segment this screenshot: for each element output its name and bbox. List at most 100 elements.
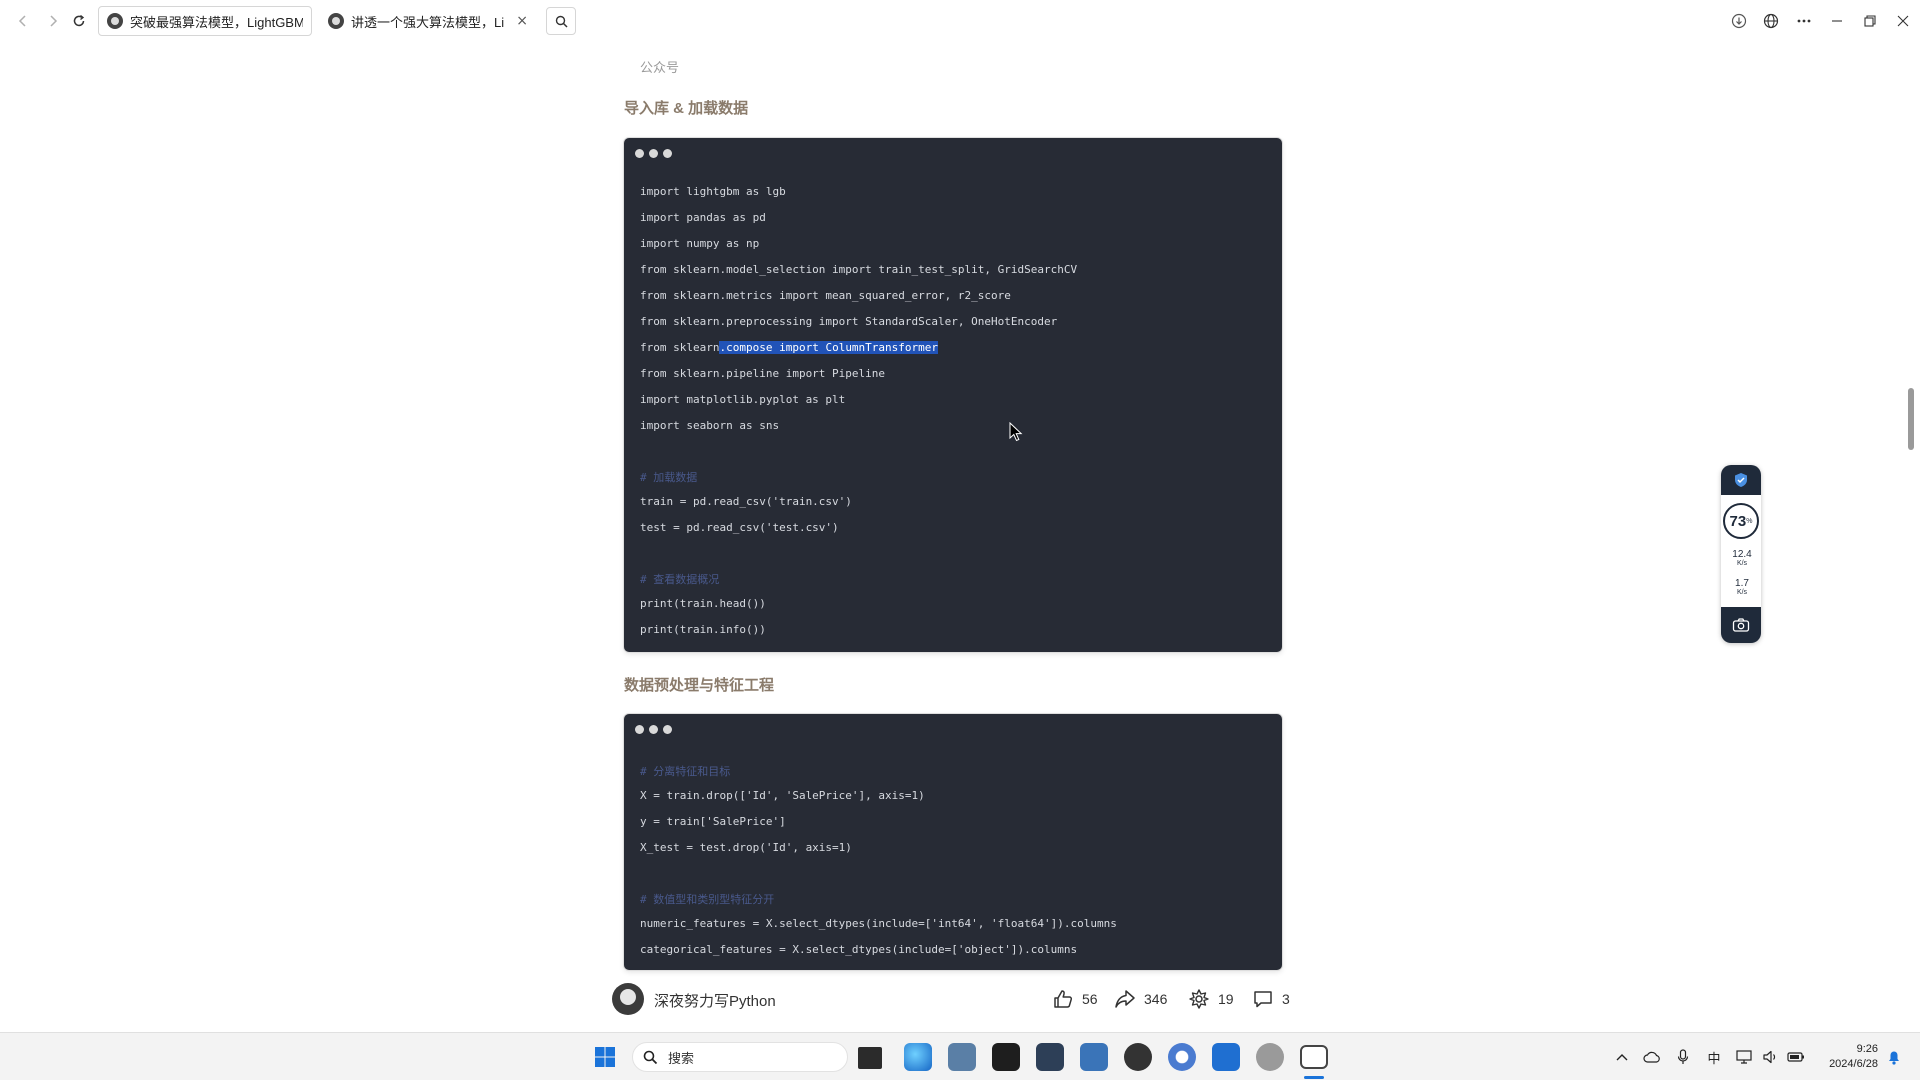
code-line[interactable]: from sklearn.model_selection import trai…	[640, 263, 1077, 276]
tab-inactive[interactable]: 讲透一个强大算法模型，LightGBM ×	[320, 6, 536, 36]
share-button[interactable]: 346	[1114, 988, 1167, 1010]
taskbar: 搜索 中 9:26 2024/6/28	[0, 1032, 1920, 1080]
code-line[interactable]: numeric_features = X.select_dtypes(inclu…	[640, 917, 1117, 930]
restore-icon[interactable]	[1859, 10, 1881, 32]
tab-title: 讲透一个强大算法模型，LightGBM	[351, 14, 505, 30]
section-title: 导入库 & 加载数据	[624, 100, 749, 117]
avatar[interactable]	[612, 983, 644, 1015]
task-view-icon[interactable]	[858, 1047, 882, 1069]
speaker-icon[interactable]	[1761, 1047, 1781, 1067]
reload-icon[interactable]	[68, 10, 90, 32]
code-block[interactable]: # 分离特征和目标 X = train.drop(['Id', 'SalePric…	[624, 714, 1282, 970]
network-icon[interactable]	[1734, 1047, 1754, 1067]
code-line[interactable]: train = pd.read_csv('train.csv')	[640, 495, 852, 508]
download-icon[interactable]	[1728, 10, 1750, 32]
app-icon[interactable]	[1124, 1043, 1152, 1071]
comment-icon	[1254, 991, 1272, 1008]
camera-icon	[1732, 618, 1750, 632]
tab-search-button[interactable]	[546, 7, 576, 35]
more-icon[interactable]	[1793, 10, 1815, 32]
scrollbar-thumb[interactable]	[1908, 388, 1914, 450]
cpu-value: 73	[1729, 512, 1747, 530]
tab-favicon-icon	[328, 13, 344, 29]
code-line[interactable]: import seaborn as sns	[640, 419, 779, 432]
remote-desktop-icon[interactable]	[1300, 1045, 1328, 1069]
like-button[interactable]: 56	[1052, 988, 1098, 1010]
code-comment-line[interactable]: # 查看数据概况	[640, 571, 719, 587]
clock-date: 2024/6/28	[1829, 1058, 1878, 1070]
selected-text-highlight[interactable]: .compose import ColumnTransformer	[719, 341, 939, 354]
system-monitor-widget[interactable]: 73% 12.4 K/s 1.7 K/s	[1721, 465, 1761, 643]
shield-icon	[1735, 473, 1747, 487]
code-block[interactable]: import lightgbm as lgb import pandas as p…	[624, 138, 1282, 652]
screenshot-button[interactable]	[1721, 607, 1761, 643]
download-unit: K/s	[1736, 589, 1748, 596]
window-dots-icon	[635, 725, 672, 734]
code-comment-line[interactable]: # 数值型和类别型特征分开	[640, 891, 774, 907]
file-explorer-icon[interactable]	[948, 1043, 976, 1071]
share-icon	[1115, 990, 1135, 1008]
upload-speed: 12.4 K/s	[1725, 550, 1759, 568]
thumbs-up-icon	[1054, 990, 1073, 1008]
terminal-icon[interactable]	[992, 1043, 1020, 1071]
code-line[interactable]: from sklearn.pipeline import Pipeline	[640, 367, 885, 380]
code-text: from sklearn	[640, 341, 720, 354]
windows-start-icon[interactable]	[594, 1046, 616, 1068]
back-arrow-icon[interactable]	[12, 10, 34, 32]
taskbar-search[interactable]: 搜索	[632, 1042, 848, 1072]
code-line[interactable]: from sklearn.preprocessing import Standa…	[640, 315, 1057, 328]
code-line[interactable]: import matplotlib.pyplot as plt	[640, 393, 845, 406]
globe-icon[interactable]	[1760, 10, 1782, 32]
code-line[interactable]: categorical_features = X.select_dtypes(i…	[640, 943, 1077, 956]
app-icon[interactable]	[1256, 1043, 1284, 1071]
tab-active[interactable]: 突破最强算法模型，LightGBM！	[98, 6, 312, 36]
cloud-icon[interactable]	[1642, 1047, 1662, 1067]
source-caption: 公众号	[640, 60, 680, 75]
search-icon	[643, 1050, 658, 1064]
cpu-unit: %	[1746, 517, 1753, 525]
recommend-button[interactable]: 19	[1188, 988, 1234, 1010]
edge-browser-icon[interactable]	[904, 1043, 932, 1071]
active-app-indicator	[1304, 1076, 1324, 1079]
code-comment-line[interactable]: # 加载数据	[640, 469, 697, 485]
notification-bell-icon[interactable]	[1884, 1047, 1904, 1067]
author-name[interactable]: 深夜努力写Python	[654, 990, 776, 1011]
comment-count: 3	[1282, 991, 1290, 1007]
vscode-icon[interactable]	[1212, 1043, 1240, 1071]
pen-app-icon[interactable]	[1080, 1043, 1108, 1071]
author-bar: 深夜努力写Python 56 346 19 3	[612, 980, 1302, 1020]
window-dots-icon	[635, 149, 672, 158]
code-comment-line[interactable]: # 分离特征和目标	[640, 763, 730, 779]
mouse-cursor-icon	[1009, 422, 1023, 442]
recorder-icon[interactable]	[1036, 1043, 1064, 1071]
tab-close-icon[interactable]: ×	[516, 13, 528, 29]
section-title: 数据预处理与特征工程	[624, 677, 775, 694]
minimize-icon[interactable]	[1826, 10, 1848, 32]
search-icon	[555, 15, 568, 28]
chrome-browser-icon[interactable]	[1168, 1043, 1196, 1071]
browser-toolbar: 突破最强算法模型，LightGBM！ 讲透一个强大算法模型，LightGBM ×	[0, 0, 1920, 42]
code-line[interactable]: import lightgbm as lgb	[640, 185, 786, 198]
code-line[interactable]: X = train.drop(['Id', 'SalePrice'], axis…	[640, 789, 925, 802]
ime-indicator[interactable]: 中	[1704, 1047, 1724, 1067]
code-line[interactable]: from sklearn.metrics import mean_squared…	[640, 289, 1011, 302]
forward-arrow-icon[interactable]	[42, 10, 64, 32]
code-line[interactable]: test = pd.read_csv('test.csv')	[640, 521, 839, 534]
taskbar-search-placeholder: 搜索	[668, 1050, 695, 1066]
code-line[interactable]: from sklearn.compose import ColumnTransf…	[640, 341, 939, 354]
clock[interactable]: 9:26 2024/6/28	[1816, 1042, 1878, 1072]
comment-button[interactable]: 3	[1252, 988, 1290, 1010]
battery-icon[interactable]	[1786, 1047, 1806, 1067]
code-line[interactable]: import numpy as np	[640, 237, 759, 250]
microphone-icon[interactable]	[1673, 1047, 1693, 1067]
chevron-up-icon[interactable]	[1612, 1047, 1632, 1067]
code-line[interactable]: y = train['SalePrice']	[640, 815, 786, 828]
code-line[interactable]: X_test = test.drop('Id', axis=1)	[640, 841, 852, 854]
code-line[interactable]: import pandas as pd	[640, 211, 766, 224]
clock-time: 9:26	[1856, 1043, 1878, 1055]
code-line[interactable]: print(train.info())	[640, 623, 766, 636]
recommend-flower-icon	[1189, 989, 1209, 1009]
close-icon[interactable]	[1892, 10, 1914, 32]
recommend-count: 19	[1218, 991, 1234, 1007]
code-line[interactable]: print(train.head())	[640, 597, 766, 610]
